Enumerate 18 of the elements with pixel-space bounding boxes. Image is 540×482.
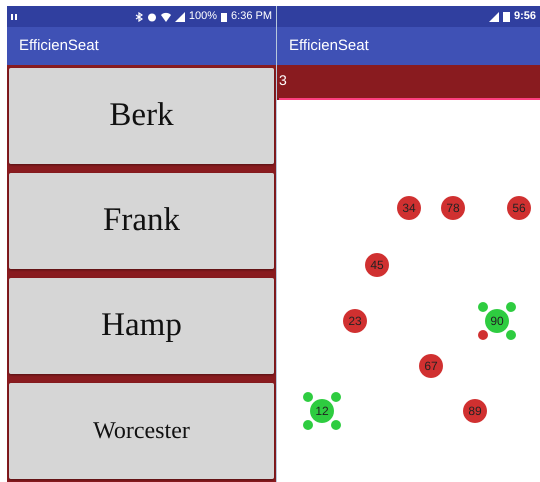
wifi-icon [160, 12, 171, 22]
app-title: EfficienSeat [289, 36, 369, 56]
signal-icon [486, 12, 499, 22]
battery-text: 100% [188, 9, 218, 24]
battery-icon [502, 11, 510, 22]
table-marker[interactable]: 90 [485, 309, 509, 333]
location-button[interactable]: Berk [9, 68, 274, 164]
bluetooth-icon [134, 12, 143, 22]
signal-icon [174, 12, 185, 22]
pause-icon [11, 14, 17, 20]
table-marker[interactable]: 12 [310, 399, 334, 423]
location-button[interactable]: Hamp [9, 278, 274, 374]
location-button[interactable]: Worcester [9, 383, 274, 479]
clock-text: 9:56 [514, 9, 536, 24]
battery-icon [221, 12, 228, 22]
clock-text: 6:36 PM [231, 9, 272, 24]
location-button[interactable]: Frank [9, 173, 274, 269]
app-title: EfficienSeat [19, 36, 99, 56]
